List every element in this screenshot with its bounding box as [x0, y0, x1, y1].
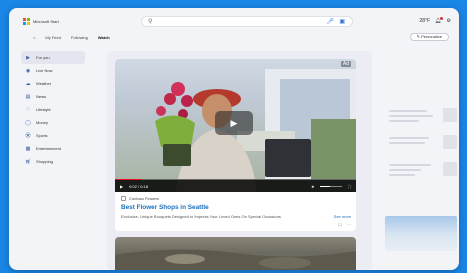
play-icon: ▶ — [230, 117, 238, 128]
play-button[interactable]: ▶ — [215, 111, 253, 135]
visual-search-icon[interactable]: ▣ — [339, 18, 345, 25]
ad-description: Exclusive, Unique Bouquets Designed to I… — [121, 214, 281, 219]
video-time: 0:02 / 0:18 — [129, 183, 148, 189]
sidebar: ▶ For you ◉ Live Now ☁ Weather ▤ News ♡ … — [21, 51, 85, 168]
header-actions: 28°F 🔔︎ ⚙ — [420, 17, 451, 24]
card-actions: ☐ ⋯ — [338, 222, 351, 227]
see-more-link[interactable]: See more — [334, 214, 351, 219]
sidebar-item-lifestyle[interactable]: ♡ Lifestyle — [21, 103, 85, 116]
video-controls: ▶ 0:02 / 0:18 🔊︎ ⛶ — [115, 180, 356, 192]
tab-following[interactable]: Following — [71, 35, 88, 40]
video-player[interactable]: Ad ▶ ▶ 0:02 / 0:18 🔊︎ ⛶ — [115, 59, 356, 192]
sponsor[interactable]: Contoso Flowers — [121, 196, 159, 201]
ad-card[interactable]: Ad ▶ ▶ 0:02 / 0:18 🔊︎ ⛶ Contoso Flowers … — [115, 59, 356, 231]
header: Microsoft Start ⚲ 🎤︎ ▣ 28°F 🔔︎ ⚙ — [9, 8, 459, 34]
volume-icon[interactable]: 🔊︎ — [312, 184, 315, 189]
browser-window: Microsoft Start ⚲ 🎤︎ ▣ 28°F 🔔︎ ⚙ ⌂ My Fe… — [9, 8, 459, 270]
more-options-icon[interactable]: ⋯ — [347, 222, 351, 227]
shopping-icon: 🛒︎ — [25, 158, 32, 165]
logo-text: Microsoft Start — [33, 19, 59, 24]
sidebar-item-label: Sports — [36, 133, 48, 138]
personalize-label: Personalize — [421, 34, 442, 39]
tab-watch[interactable]: Watch — [98, 35, 110, 40]
sidebar-item-label: For you — [36, 55, 50, 60]
lifestyle-icon: ♡ — [25, 106, 31, 113]
notifications-icon[interactable]: 🔔︎ — [435, 17, 443, 24]
sidebar-item-shopping[interactable]: 🛒︎ Shopping — [21, 155, 85, 168]
personalize-button[interactable]: ✎ Personalize — [409, 33, 449, 41]
microsoft-logo-icon — [23, 18, 30, 25]
sidebar-item-label: Live Now — [36, 68, 53, 73]
sidebar-item-entertainment[interactable]: ▩ Entertainment — [21, 142, 85, 155]
sidebar-item-for-you[interactable]: ▶ For you — [21, 51, 85, 64]
right-rail-tile[interactable] — [385, 106, 457, 128]
weather-icon: ☁ — [25, 80, 31, 87]
ad-badge: Ad — [340, 61, 351, 67]
right-rail-tile[interactable] — [385, 160, 457, 182]
sidebar-item-weather[interactable]: ☁ Weather — [21, 77, 85, 90]
sidebar-item-label: News — [36, 94, 47, 99]
sidebar-item-live-now[interactable]: ◉ Live Now — [21, 64, 85, 77]
search-icon: ⚲ — [148, 19, 153, 25]
weather-temperature[interactable]: 28°F — [420, 18, 431, 24]
sidebar-item-label: Lifestyle — [36, 107, 51, 112]
feedback-icon[interactable]: ☐ — [338, 222, 342, 227]
sports-icon: ⚽︎ — [25, 133, 31, 139]
play-pause-icon[interactable]: ▶ — [120, 184, 123, 189]
ad-title[interactable]: Best Flower Shops in Seattle — [121, 204, 209, 211]
sidebar-item-label: Weather — [36, 81, 52, 86]
fullscreen-icon[interactable]: ⛶ — [348, 184, 351, 189]
next-video-card[interactable] — [115, 237, 356, 270]
next-video-thumbnail — [115, 249, 356, 270]
volume-slider[interactable] — [320, 185, 343, 187]
tab-my-feed[interactable]: My Feed — [45, 35, 61, 40]
sponsor-logo-icon — [121, 196, 126, 201]
right-rail-image[interactable] — [385, 216, 457, 251]
home-icon[interactable]: ⌂ — [33, 35, 35, 40]
sponsor-name: Contoso Flowers — [129, 196, 160, 201]
search-input[interactable]: ⚲ 🎤︎ ▣ — [141, 16, 353, 27]
right-rail — [385, 106, 457, 187]
live-icon: ◉ — [25, 67, 31, 74]
for-you-icon: ▶ — [26, 54, 30, 61]
sidebar-item-label: Entertainment — [36, 146, 61, 151]
sidebar-item-money[interactable]: ◯ Money — [21, 116, 85, 129]
sidebar-item-label: Shopping — [36, 159, 53, 164]
sidebar-item-sports[interactable]: ⚽︎ Sports — [21, 129, 85, 142]
settings-icon[interactable]: ⚙ — [447, 18, 451, 24]
video-feed: Ad ▶ ▶ 0:02 / 0:18 🔊︎ ⛶ Contoso Flowers … — [107, 51, 372, 270]
volume-fill — [320, 185, 331, 187]
sidebar-item-label: Money — [36, 120, 49, 125]
microsoft-start-logo[interactable]: Microsoft Start — [23, 18, 59, 25]
entertainment-icon: ▩ — [25, 145, 31, 152]
news-icon: ▤ — [25, 93, 31, 100]
edit-icon: ✎ — [416, 34, 420, 39]
microphone-icon[interactable]: 🎤︎ — [326, 18, 334, 25]
feed-tabs: ⌂ My Feed Following Watch — [33, 35, 110, 40]
sidebar-item-news[interactable]: ▤ News — [21, 90, 85, 103]
right-rail-tile[interactable] — [385, 133, 457, 155]
money-icon: ◯ — [25, 119, 31, 126]
notification-badge — [439, 17, 443, 20]
